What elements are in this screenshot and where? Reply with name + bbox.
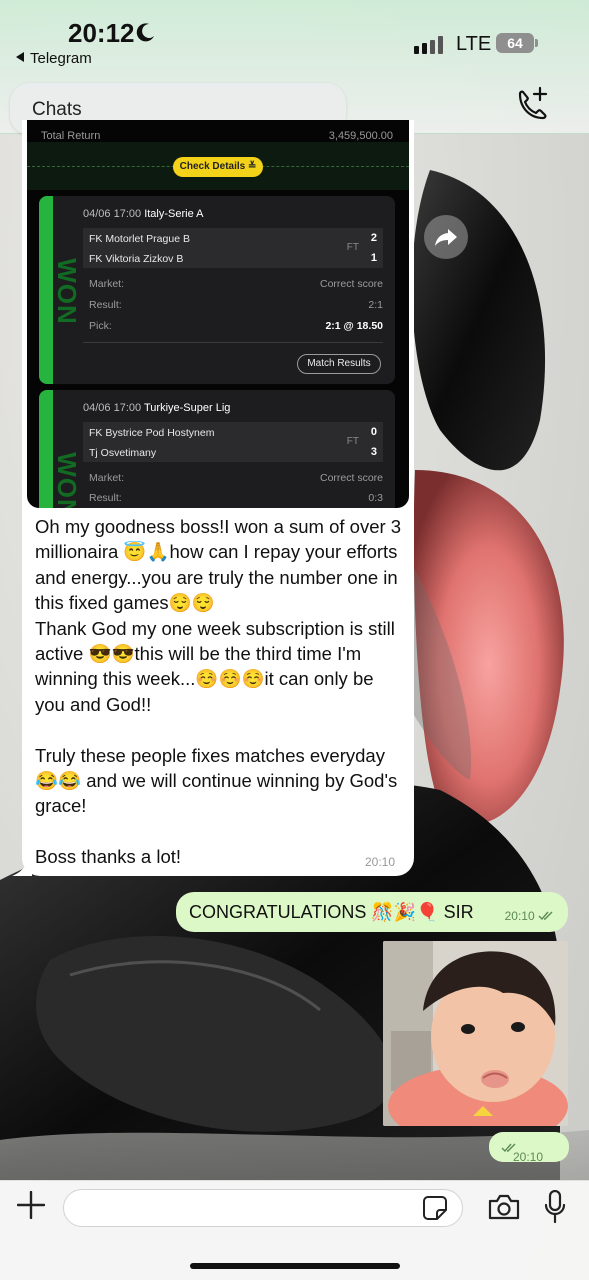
fulltime-label: FT — [346, 242, 359, 253]
photo-time: 20:10 — [513, 1150, 544, 1164]
won-badge: WON — [51, 452, 82, 508]
network-label: LTE — [456, 33, 492, 55]
team-home: FK Motorlet Prague B — [89, 233, 190, 245]
market-label: Market: — [89, 278, 125, 290]
forward-button[interactable] — [424, 215, 468, 259]
back-arrow-icon — [16, 52, 24, 62]
result-row: Result: 0:3 — [89, 492, 383, 504]
match-card: WON 04/06 17:00 Italy-Serie A FK Motorle… — [39, 196, 395, 384]
match-card: WON 04/06 17:00 Turkiye-Super Lig FK Bys… — [39, 390, 395, 508]
match-results-button: Match Results — [297, 354, 381, 374]
match-header: 04/06 17:00 Turkiye-Super Lig — [83, 402, 230, 414]
fulltime-label: FT — [346, 436, 359, 447]
total-return-value: 3,459,500.00 — [328, 130, 393, 142]
check-details-button: Check Details ≚ — [173, 157, 263, 177]
result-label: Result: — [89, 299, 122, 311]
photo-meta: 20:10 — [489, 1132, 569, 1164]
sticker-icon[interactable] — [422, 1195, 448, 1221]
result-label: Result: — [89, 492, 122, 504]
teams-box: FK Bystrice Pod Hostynem Tj Osvetimany F… — [83, 422, 383, 462]
won-badge: WON — [51, 258, 82, 325]
incoming-message-text: Oh my goodness boss!I won a sum of over … — [35, 516, 402, 868]
read-check-icon — [538, 911, 553, 921]
score-away: 3 — [370, 446, 377, 458]
chats-label: Chats — [32, 99, 82, 120]
score-home: 0 — [370, 426, 377, 438]
market-label: Market: — [89, 472, 125, 484]
teams-box: FK Motorlet Prague B FK Viktoria Zizkov … — [83, 228, 383, 268]
match-header: 04/06 17:00 Italy-Serie A — [83, 208, 204, 220]
incoming-message-time: 20:10 — [365, 855, 396, 869]
home-indicator — [190, 1263, 400, 1269]
result-row: Result: 2:1 — [89, 299, 383, 311]
betting-screenshot-image[interactable]: Total Return 3,459,500.00 Check Details … — [27, 120, 409, 508]
match-league: Italy-Serie A — [144, 208, 204, 220]
status-time: 20:12 — [68, 18, 135, 48]
result-value: 0:3 — [368, 492, 383, 504]
pick-row: Pick: 2:1 @ 18.50 — [89, 320, 383, 332]
score-home: 2 — [370, 232, 377, 244]
photo-meta-content: 20:10 — [501, 1141, 543, 1164]
mic-icon[interactable] — [544, 1190, 566, 1224]
market-value: Correct score — [319, 472, 383, 484]
team-away: FK Viktoria Zizkov B — [89, 253, 184, 265]
pick-label: Pick: — [89, 320, 112, 332]
divider — [83, 342, 383, 343]
team-away: Tj Osvetimany — [89, 447, 157, 459]
plus-icon[interactable] — [17, 1191, 45, 1219]
outgoing-message-bubble[interactable]: CONGRATULATIONS 🎊🎉🎈 SIR 20:10 — [176, 892, 568, 932]
outgoing-message-meta: 20:10 — [505, 909, 554, 923]
outgoing-message-time: 20:10 — [504, 909, 535, 923]
call-add-icon[interactable] — [512, 86, 552, 122]
match-league: Turkiye-Super Lig — [143, 402, 231, 414]
baby-photo[interactable] — [383, 941, 568, 1126]
score-away: 1 — [370, 252, 377, 264]
market-value: Correct score — [319, 278, 383, 290]
baby-photo-image — [383, 941, 568, 1126]
camera-icon[interactable] — [487, 1193, 521, 1221]
match-datetime: 04/06 17:00 — [83, 402, 142, 414]
signal-icon — [414, 36, 446, 54]
result-value: 2:1 — [368, 299, 383, 311]
team-home: FK Bystrice Pod Hostynem — [89, 427, 215, 439]
forward-icon — [435, 229, 457, 246]
moon-icon — [136, 23, 154, 42]
back-to-app-link[interactable]: Telegram — [16, 50, 92, 67]
battery-indicator: 64 — [496, 33, 538, 53]
match-datetime: 04/06 17:00 — [83, 208, 142, 220]
pick-value: 2:1 @ 18.50 — [325, 320, 383, 332]
outgoing-message-text: CONGRATULATIONS 🎊🎉🎈 SIR — [189, 902, 474, 922]
message-input[interactable] — [63, 1189, 463, 1227]
total-return-label: Total Return — [41, 130, 101, 142]
market-row: Market: Correct score — [89, 278, 383, 290]
back-app-label: Telegram — [30, 50, 92, 67]
market-row: Market: Correct score — [89, 472, 383, 484]
